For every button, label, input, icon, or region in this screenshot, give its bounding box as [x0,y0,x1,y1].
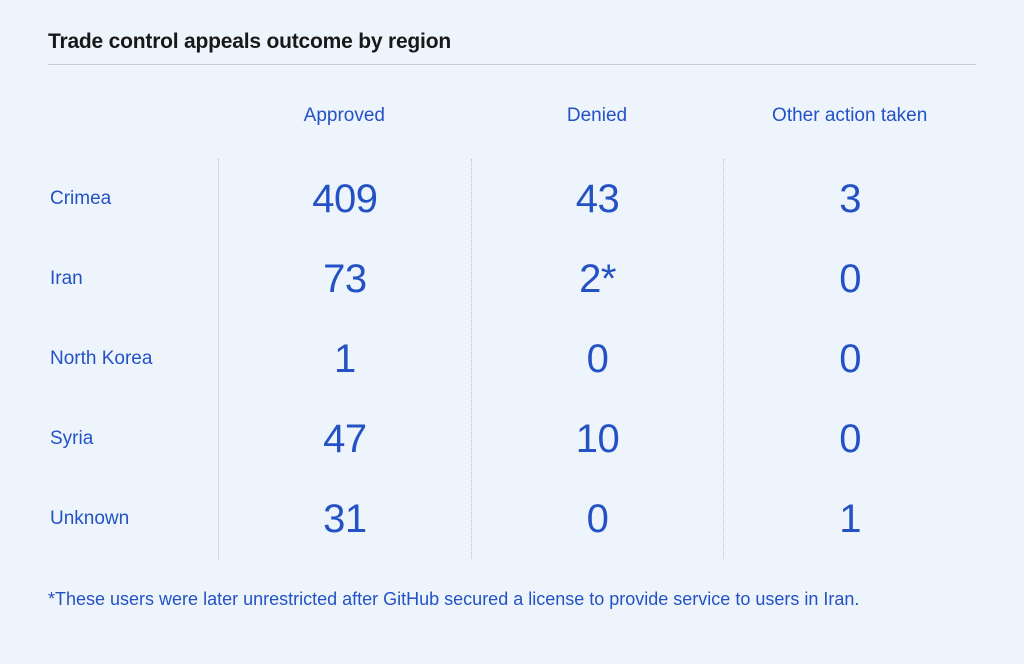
column-header-approved: Approved [218,105,471,127]
data-cell: 0 [724,239,976,319]
data-cell: 31 [219,479,471,559]
data-cell: 1 [724,479,976,559]
approved-column: 409 73 1 47 31 [218,159,471,559]
header-spacer [48,105,218,127]
data-cell: 0 [724,399,976,479]
data-cell: 2* [472,239,724,319]
column-header-denied: Denied [471,105,724,127]
data-cell: 1 [219,319,471,399]
data-cell: 43 [472,159,724,239]
table-header-row: Approved Denied Other action taken [48,105,976,127]
footnote: *These users were later unrestricted aft… [48,589,976,610]
data-cell: 47 [219,399,471,479]
row-label: Iran [48,239,218,319]
data-cell: 0 [472,479,724,559]
row-label: Syria [48,399,218,479]
row-label: Unknown [48,479,218,559]
table-title: Trade control appeals outcome by region [48,30,976,65]
data-cell: 0 [472,319,724,399]
other-column: 3 0 0 0 1 [723,159,976,559]
row-label: North Korea [48,319,218,399]
table-body: Crimea Iran North Korea Syria Unknown 40… [48,159,976,559]
data-cell: 10 [472,399,724,479]
data-cell: 0 [724,319,976,399]
row-label: Crimea [48,159,218,239]
appeals-table: Approved Denied Other action taken Crime… [48,105,976,559]
denied-column: 43 2* 0 10 0 [471,159,724,559]
data-cell: 73 [219,239,471,319]
data-cell: 3 [724,159,976,239]
data-cell: 409 [219,159,471,239]
row-labels-column: Crimea Iran North Korea Syria Unknown [48,159,218,559]
column-header-other: Other action taken [723,105,976,127]
